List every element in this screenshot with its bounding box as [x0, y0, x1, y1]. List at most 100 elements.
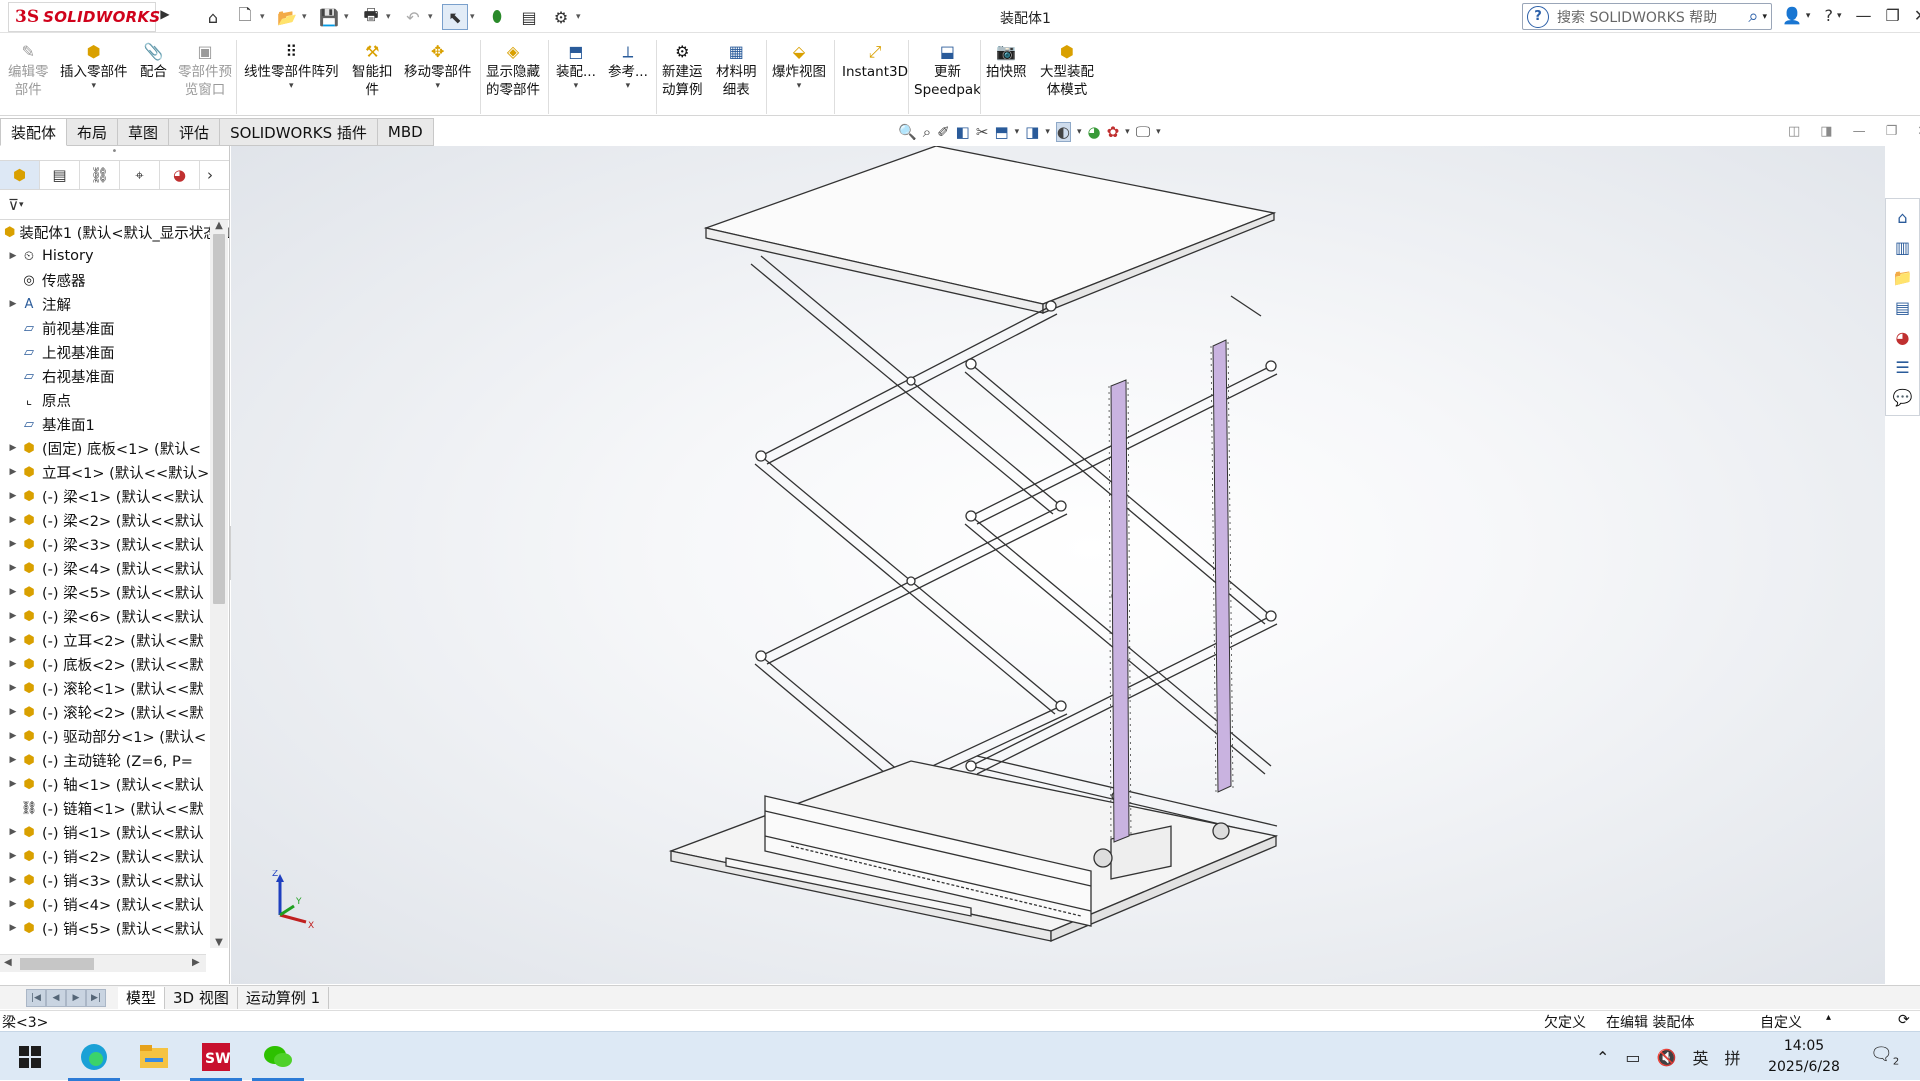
expand-arrow-icon[interactable]: ▶ [6, 899, 20, 909]
hide-show-items-icon[interactable]: ◐ [1055, 122, 1071, 142]
close-icon[interactable]: ✕ [1914, 6, 1920, 25]
view-settings-dropdown-icon[interactable]: ▾ [1156, 127, 1161, 137]
tree-node[interactable]: ⛓ (-) 链箱<1> (默认<<默 [0, 796, 229, 820]
tree-node[interactable]: ▶ ⬢ (-) 立耳<2> (默认<<默 [0, 628, 229, 652]
first-tab-icon[interactable]: |◀ [26, 988, 46, 1007]
tree-node[interactable]: ▶ ⬢ (-) 梁<2> (默认<<默认 [0, 508, 229, 532]
property-manager-tab-icon[interactable]: ▤ [40, 161, 80, 189]
last-tab-icon[interactable]: ▶| [86, 988, 106, 1007]
tab-addins[interactable]: SOLIDWORKS 插件 [220, 118, 378, 146]
custom-properties-icon[interactable]: ☰ [1890, 355, 1916, 379]
menu-expand-arrow-icon[interactable]: ▶ [158, 7, 172, 27]
expand-arrow-icon[interactable]: ▶ [6, 251, 20, 261]
user-icon[interactable]: 👤 [1782, 6, 1802, 25]
zoom-to-area-icon[interactable]: ⌕ [923, 123, 931, 141]
dimxpert-manager-tab-icon[interactable]: ⌖ [120, 161, 160, 189]
view-palette-icon[interactable]: ▤ [1890, 295, 1916, 319]
show-hidden-components-button[interactable]: ◈ 显示隐藏 的零部件 [486, 42, 540, 99]
expand-arrow-icon[interactable]: ▶ [6, 779, 20, 789]
view-settings-icon[interactable]: 🖵 [1136, 123, 1150, 141]
tree-node[interactable]: ▶ ⬢ (-) 梁<4> (默认<<默认 [0, 556, 229, 580]
minimize-icon[interactable]: — [1855, 6, 1871, 25]
doc-restore-icon[interactable]: ❐ [1886, 124, 1898, 139]
tree-node[interactable]: ▱ 前视基准面 [0, 316, 229, 340]
tile-left-icon[interactable]: ◫ [1788, 124, 1800, 139]
expand-arrow-icon[interactable]: ▶ [6, 611, 20, 621]
select-dropdown-icon[interactable]: ▾ [470, 12, 478, 22]
open-icon[interactable]: 📂 [274, 4, 300, 30]
feature-manager-tab-icon[interactable]: ⬢ [0, 161, 40, 189]
tree-node[interactable]: ▱ 上视基准面 [0, 340, 229, 364]
user-dropdown-icon[interactable]: ▾ [1806, 11, 1811, 21]
edit-appearance-icon[interactable]: ◕ [1088, 123, 1101, 141]
forum-icon[interactable]: 💬 [1890, 385, 1916, 409]
new-dropdown-icon[interactable]: ▾ [260, 12, 268, 22]
file-properties-icon[interactable]: ▤ [516, 4, 542, 30]
rebuild-icon[interactable]: ⬮ [484, 4, 510, 30]
expand-arrow-icon[interactable]: ▶ [6, 875, 20, 885]
ime-language[interactable]: 英 [1692, 1045, 1708, 1069]
previous-view-icon[interactable]: ✐ [937, 123, 950, 141]
large-assembly-mode-button[interactable]: ⬢ 大型装配 体模式 [1040, 42, 1094, 99]
move-component-button[interactable]: ✥ 移动零部件 ▾ [404, 42, 472, 92]
expand-arrow-icon[interactable]: ▶ [6, 683, 20, 693]
home-icon[interactable]: ⌂ [200, 4, 226, 30]
taskbar-clock[interactable]: 14:05 2025/6/28 [1764, 1036, 1844, 1078]
tree-node[interactable]: ▱ 基准面1 [0, 412, 229, 436]
select-icon[interactable]: ⬉ [442, 4, 468, 30]
doc-minimize-icon[interactable]: — [1853, 124, 1866, 139]
tree-node[interactable]: ◎ 传感器 [0, 268, 229, 292]
scroll-up-icon[interactable]: ▲ [210, 220, 228, 234]
scroll-left-icon[interactable]: ◀ [4, 957, 12, 968]
tree-node[interactable]: ▶ ⬢ (-) 滚轮<2> (默认<<默 [0, 700, 229, 724]
view-orientation-icon[interactable]: ⬒ [994, 123, 1008, 141]
filter-dropdown-icon[interactable]: ▾ [19, 200, 24, 210]
apply-scene-dropdown-icon[interactable]: ▾ [1125, 127, 1130, 137]
tree-node[interactable]: ▶ ⬢ (-) 销<4> (默认<<默认 [0, 892, 229, 916]
expand-arrow-icon[interactable]: ▶ [6, 755, 20, 765]
tree-node[interactable]: ▶ ⬢ (-) 梁<3> (默认<<默认 [0, 532, 229, 556]
smart-fasteners-button[interactable]: ⚒ 智能扣件 [352, 42, 393, 99]
exploded-view-button[interactable]: ⬙ 爆炸视图 ▾ [772, 42, 826, 92]
tree-node[interactable]: ▶ ⬢ (-) 梁<6> (默认<<默认 [0, 604, 229, 628]
tray-expand-icon[interactable]: ⌃ [1596, 1048, 1609, 1067]
tree-node[interactable]: ▶ ⬢ (-) 销<1> (默认<<默认 [0, 820, 229, 844]
expand-arrow-icon[interactable]: ▶ [6, 851, 20, 861]
tab-layout[interactable]: 布局 [67, 118, 119, 146]
battery-icon[interactable]: ▭ [1625, 1048, 1640, 1067]
print-dropdown-icon[interactable]: ▾ [386, 12, 394, 22]
tab-mbd[interactable]: MBD [377, 118, 434, 146]
tab-evaluate[interactable]: 评估 [169, 118, 221, 146]
options-dropdown-icon[interactable]: ▾ [576, 12, 584, 22]
help-search-box[interactable]: ? 搜索 SOLIDWORKS 帮助 ⌕ ▾ [1522, 3, 1772, 30]
tree-root-assembly[interactable]: ⬢ 装配体1 (默认<默认_显示状态-1>) [0, 220, 229, 244]
expand-arrow-icon[interactable]: ▶ [6, 659, 20, 669]
component-preview-button[interactable]: ▣ 零部件预 览窗口 [178, 42, 232, 99]
update-speedpak-button[interactable]: ⬓ 更新 Speedpak [914, 42, 981, 99]
configuration-manager-tab-icon[interactable]: ⛓ [80, 161, 120, 189]
expand-arrow-icon[interactable]: ▶ [6, 707, 20, 717]
section-view-icon[interactable]: ◧ [956, 123, 970, 141]
tree-node[interactable]: ▶ ⬢ (-) 滚轮<1> (默认<<默 [0, 676, 229, 700]
tree-horizontal-scrollbar[interactable]: ◀ ▶ [0, 954, 206, 972]
design-library-icon[interactable]: ▥ [1890, 235, 1916, 259]
solidworks-resources-icon[interactable]: ⌂ [1890, 205, 1916, 229]
restore-icon[interactable]: ❐ [1885, 6, 1899, 25]
file-explorer-icon[interactable] [124, 1032, 184, 1081]
undo-dropdown-icon[interactable]: ▾ [428, 12, 436, 22]
hide-show-dropdown-icon[interactable]: ▾ [1077, 127, 1082, 137]
tree-node[interactable]: ▶ ⬢ (-) 主动链轮 (Z=6, P= [0, 748, 229, 772]
tree-node[interactable]: ▶ ⬢ (固定) 底板<1> (默认< [0, 436, 229, 460]
edge-icon[interactable] [64, 1032, 124, 1081]
expand-arrow-icon[interactable]: ▶ [6, 923, 20, 933]
tree-node[interactable]: ▶ ⬢ (-) 底板<2> (默认<<默 [0, 652, 229, 676]
solidworks-icon[interactable]: SW [186, 1032, 246, 1081]
expand-arrow-icon[interactable]: ▶ [6, 491, 20, 501]
hscroll-thumb[interactable] [20, 958, 94, 970]
graphics-area[interactable]: Z Y X [231, 146, 1885, 984]
search-placeholder[interactable]: 搜索 SOLIDWORKS 帮助 [1557, 7, 1748, 27]
tree-node[interactable]: ▶ ⬢ (-) 梁<5> (默认<<默认 [0, 580, 229, 604]
tree-node[interactable]: ⌞ 原点 [0, 388, 229, 412]
scissor-lift-model[interactable] [231, 146, 1885, 984]
new-document-icon[interactable]: 🗋 [232, 4, 258, 30]
